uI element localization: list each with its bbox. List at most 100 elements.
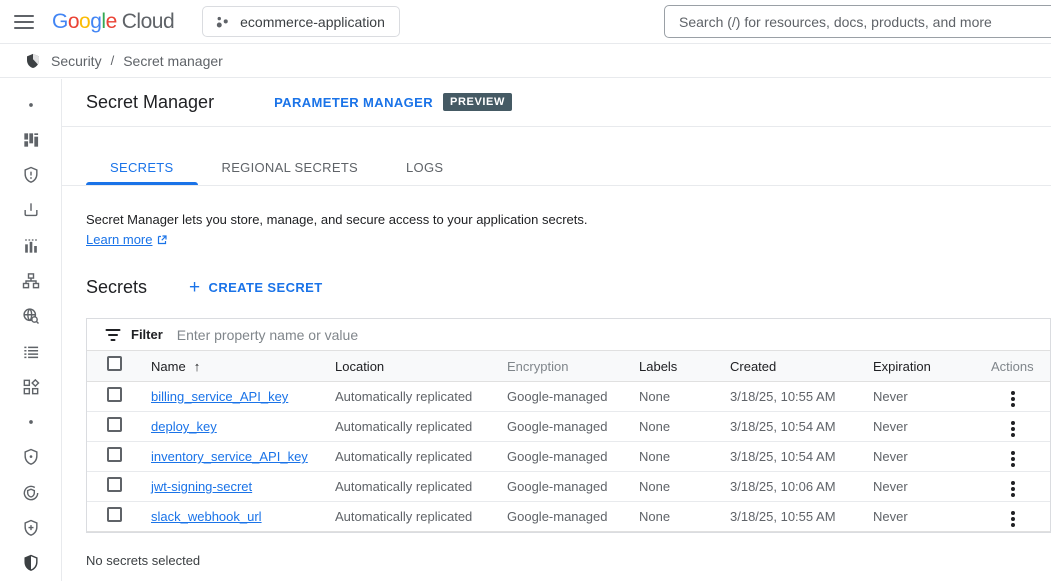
external-link-icon: [156, 234, 168, 246]
row-checkbox[interactable]: [107, 417, 122, 432]
search-input[interactable]: [664, 5, 1051, 38]
row-checkbox-cell: [87, 417, 137, 437]
row-actions-menu-icon[interactable]: [1005, 417, 1021, 441]
secret-name-cell: deploy_key: [137, 419, 321, 434]
select-all-checkbox[interactable]: [107, 356, 122, 371]
actions-cell: [959, 443, 1050, 471]
compliance-circle-icon: [21, 483, 41, 503]
secret-name-cell: jwt-signing-secret: [137, 479, 321, 494]
created-cell: 3/18/25, 10:54 AM: [716, 449, 859, 464]
description-block: Secret Manager lets you store, manage, a…: [86, 210, 1027, 250]
encryption-cell: Google-managed: [493, 509, 625, 524]
location-cell: Automatically replicated: [321, 479, 493, 494]
list-icon: [21, 342, 41, 362]
labels-cell: None: [625, 479, 716, 494]
bar-chart-icon: [21, 236, 41, 256]
project-selector[interactable]: ecommerce-application: [202, 6, 400, 37]
select-all-cell: [87, 356, 137, 376]
learn-more-link[interactable]: Learn more: [86, 230, 168, 250]
table-row: jwt-signing-secret Automatically replica…: [87, 472, 1050, 502]
sidebar-item-reports[interactable]: [0, 228, 62, 263]
dashboard-icon: [21, 130, 41, 150]
globe-search-icon: [21, 306, 41, 326]
location-cell: Automatically replicated: [321, 449, 493, 464]
menu-icon[interactable]: [14, 15, 34, 29]
sidebar-item-compliance[interactable]: [0, 475, 62, 510]
secret-name-link[interactable]: billing_service_API_key: [151, 389, 288, 404]
sidebar-nav: [0, 79, 62, 581]
google-cloud-logo[interactable]: Google Cloud: [52, 10, 174, 34]
breadcrumb-separator: /: [111, 53, 115, 68]
create-secret-button[interactable]: + CREATE SECRET: [189, 278, 323, 297]
secret-name-link[interactable]: deploy_key: [151, 419, 217, 434]
table-row: deploy_key Automatically replicated Goog…: [87, 412, 1050, 442]
sort-ascending-icon: ↑: [194, 359, 201, 374]
row-checkbox[interactable]: [107, 477, 122, 492]
row-actions-menu-icon[interactable]: [1005, 447, 1021, 471]
table-row: billing_service_API_key Automatically re…: [87, 382, 1050, 412]
table-row: slack_webhook_url Automatically replicat…: [87, 502, 1050, 532]
sidebar-item-divider-dot[interactable]: [0, 405, 62, 440]
parameter-manager-link[interactable]: PARAMETER MANAGER: [274, 95, 433, 110]
row-checkbox[interactable]: [107, 507, 122, 522]
created-cell: 3/18/25, 10:06 AM: [716, 479, 859, 494]
secrets-heading: Secrets: [86, 277, 147, 298]
row-actions-menu-icon[interactable]: [1005, 387, 1021, 411]
sidebar-item-risk-overview[interactable]: [0, 122, 62, 157]
filter-bar[interactable]: Filter: [87, 319, 1050, 351]
sidebar-item-findings[interactable]: [0, 334, 62, 369]
tab-secrets[interactable]: SECRETS: [86, 149, 198, 185]
actions-cell: [959, 503, 1050, 531]
filter-label: Filter: [131, 327, 163, 342]
breadcrumb-security-link[interactable]: Security: [51, 53, 102, 69]
project-icon: [214, 13, 231, 30]
expiration-cell: Never: [859, 509, 959, 524]
logo-cloud-text: Cloud: [122, 10, 174, 34]
inbox-icon: [21, 200, 41, 220]
shield-alert-icon: [21, 165, 41, 185]
tab-logs[interactable]: LOGS: [382, 149, 467, 185]
sidebar-item-shield-status[interactable]: [0, 440, 62, 475]
sidebar-item-shield-add[interactable]: [0, 510, 62, 545]
selection-status-text: No secrets selected: [86, 553, 1027, 568]
sidebar-item-assets[interactable]: [0, 263, 62, 298]
column-header-expiration: Expiration: [859, 359, 959, 374]
row-actions-menu-icon[interactable]: [1005, 507, 1021, 531]
encryption-cell: Google-managed: [493, 479, 625, 494]
secrets-section-header: Secrets + CREATE SECRET: [86, 277, 1027, 298]
shield-plus-icon: [21, 518, 41, 538]
encryption-cell: Google-managed: [493, 419, 625, 434]
tab-regional-secrets[interactable]: REGIONAL SECRETS: [198, 149, 383, 185]
sidebar-item-web-scanner[interactable]: [0, 299, 62, 334]
page-header: Secret Manager PARAMETER MANAGER PREVIEW: [62, 78, 1051, 127]
dot-icon: [21, 95, 41, 115]
apps-grid-icon: [21, 377, 41, 397]
project-name: ecommerce-application: [240, 14, 385, 30]
secret-name-link[interactable]: jwt-signing-secret: [151, 479, 252, 494]
row-checkbox[interactable]: [107, 447, 122, 462]
row-actions-menu-icon[interactable]: [1005, 477, 1021, 501]
page-title: Secret Manager: [86, 92, 214, 113]
sidebar-item-inbox[interactable]: [0, 193, 62, 228]
sidebar-item-overview-dot[interactable]: [0, 87, 62, 122]
preview-badge: PREVIEW: [443, 93, 512, 111]
secret-name-link[interactable]: slack_webhook_url: [151, 509, 262, 524]
row-checkbox-cell: [87, 387, 137, 407]
breadcrumb: Security / Secret manager: [0, 44, 1051, 78]
filter-input[interactable]: [177, 319, 1050, 350]
sidebar-item-secret-manager[interactable]: [0, 546, 62, 581]
row-checkbox[interactable]: [107, 387, 122, 402]
actions-cell: [959, 473, 1050, 501]
expiration-cell: Never: [859, 449, 959, 464]
column-header-labels: Labels: [625, 359, 716, 374]
secret-name-link[interactable]: inventory_service_API_key: [151, 449, 308, 464]
column-header-actions: Actions: [959, 359, 1050, 374]
table-header-row: Name↑ Location Encryption Labels Created…: [87, 351, 1050, 382]
created-cell: 3/18/25, 10:54 AM: [716, 419, 859, 434]
table-row: inventory_service_API_key Automatically …: [87, 442, 1050, 472]
column-header-name[interactable]: Name↑: [137, 359, 321, 374]
encryption-cell: Google-managed: [493, 449, 625, 464]
sidebar-item-threats[interactable]: [0, 158, 62, 193]
shield-dot-icon: [21, 447, 41, 467]
sidebar-item-applications[interactable]: [0, 369, 62, 404]
